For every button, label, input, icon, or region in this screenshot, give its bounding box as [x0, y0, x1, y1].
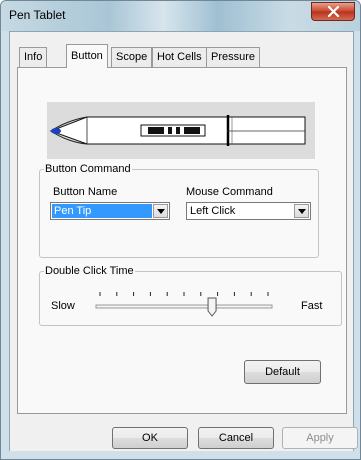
button-tab-panel: Button Command Button Name Pen Tip Mouse…	[17, 67, 347, 414]
window-title: Pen Tablet	[9, 8, 66, 22]
apply-button[interactable]: Apply	[282, 427, 358, 449]
button-command-legend: Button Command	[45, 163, 131, 175]
button-name-dropdown-arrow[interactable]	[153, 204, 168, 218]
mouse-command-value: Left Click	[190, 205, 236, 217]
pen-tablet-window: Pen Tablet Info Button Scope Hot Cells P…	[0, 0, 361, 460]
tab-label: Button	[71, 50, 103, 62]
mouse-command-dropdown-arrow[interactable]	[294, 204, 309, 218]
close-icon	[327, 6, 340, 17]
fast-label: Fast	[301, 300, 323, 312]
slow-label: Slow	[51, 300, 75, 312]
pen-preview	[47, 102, 315, 159]
cancel-button[interactable]: Cancel	[198, 427, 274, 449]
tab-label: Scope	[116, 51, 148, 63]
dialog-body: Info Button Scope Hot Cells Pressure But…	[9, 31, 358, 453]
chevron-down-icon	[157, 209, 165, 214]
ok-button[interactable]: OK	[112, 427, 188, 449]
default-button[interactable]: Default	[244, 360, 321, 384]
slider-thumb[interactable]	[207, 297, 217, 317]
window-frame-bottom	[1, 451, 360, 459]
mouse-command-label: Mouse Command	[186, 186, 273, 198]
button-name-label: Button Name	[53, 186, 118, 198]
tab-button[interactable]: Button	[66, 44, 108, 68]
button-name-value: Pen Tip	[52, 204, 152, 218]
pen-illustration	[49, 115, 306, 146]
tab-label: Pressure	[211, 51, 256, 63]
double-click-speed-slider[interactable]	[92, 288, 292, 320]
tab-info[interactable]: Info	[19, 47, 48, 67]
button-name-select[interactable]: Pen Tip	[50, 202, 170, 220]
close-button[interactable]	[311, 2, 355, 21]
tab-hot-cells[interactable]: Hot Cells	[152, 47, 207, 67]
tab-label: Info	[24, 51, 43, 63]
tab-label: Hot Cells	[157, 51, 202, 63]
title-bar[interactable]: Pen Tablet	[1, 1, 360, 31]
tab-scope[interactable]: Scope	[111, 47, 153, 67]
chevron-down-icon	[298, 209, 306, 214]
double-click-time-legend: Double Click Time	[45, 265, 134, 277]
mouse-command-select[interactable]: Left Click	[186, 202, 311, 220]
tab-pressure[interactable]: Pressure	[206, 47, 261, 67]
